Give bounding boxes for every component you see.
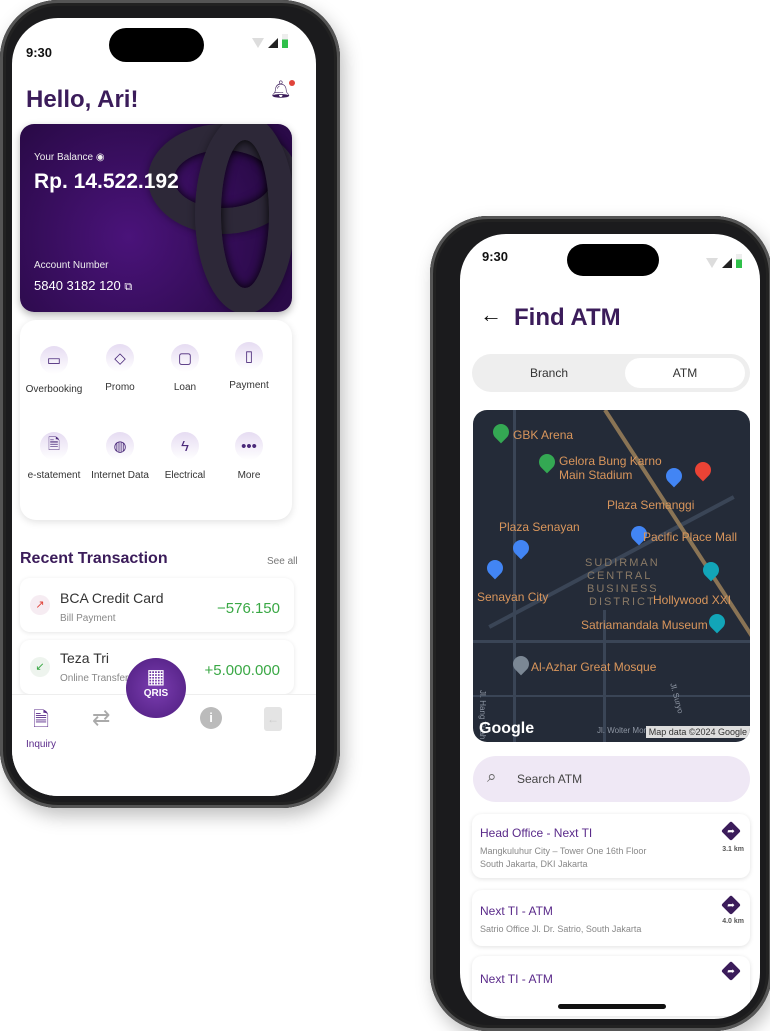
nav-inquiry[interactable]: 🗎︎ Inquiry — [26, 705, 56, 750]
map-label: Main Stadium — [559, 468, 633, 482]
directions-icon[interactable]: ➦ — [721, 821, 741, 841]
qris-button[interactable]: ▦ QRIS — [126, 658, 186, 718]
transaction-name: BCA Credit Card — [60, 590, 164, 606]
logout-icon[interactable]: ← — [264, 707, 282, 731]
dynamic-island — [567, 244, 659, 276]
map-label: Satriamandala Museum — [581, 618, 708, 632]
park-pin-icon[interactable] — [489, 420, 513, 444]
transaction-name: Teza Tri — [60, 650, 110, 666]
map-label: Gelora Bung Karno — [559, 454, 662, 468]
map-label: Al-Azhar Great Mosque — [531, 660, 657, 674]
tab-atm[interactable]: ATM — [625, 358, 745, 388]
decorative-ring — [195, 124, 292, 312]
arrow-up-right-icon: ↗ — [30, 595, 50, 615]
phone-left: 9:30 Hello, Ari! 🔔︎ Your Balance ◉ Rp. 1… — [0, 0, 340, 808]
qr-code-icon: ▦ — [146, 666, 166, 688]
menu-overbooking[interactable]: ▭ Overbooking — [19, 346, 89, 395]
distance: 4.0 km — [722, 918, 744, 925]
inquiry-icon: 🗎︎ — [32, 709, 50, 731]
map-label: SUDIRMAN — [585, 557, 660, 569]
atm-list-item[interactable]: Head Office - Next TI Mangkuluhur City –… — [472, 814, 750, 878]
map-label: DISTRICT — [589, 596, 656, 608]
mall-pin-icon[interactable] — [662, 464, 686, 488]
notification-bell-icon[interactable]: 🔔︎ — [270, 80, 295, 100]
see-all-link[interactable]: See all — [267, 556, 298, 567]
transaction-row[interactable]: ↗ BCA Credit Card Bill Payment −576.150 — [20, 578, 294, 632]
status-time: 9:30 — [26, 45, 53, 60]
menu-internet-data[interactable]: ◍ Internet Data — [85, 432, 155, 481]
recent-transaction-title: Recent Transaction — [20, 550, 168, 567]
menu-payment[interactable]: ▯ Payment — [214, 342, 284, 391]
map-label: Hollywood XXI — [653, 593, 732, 607]
transaction-amount: +5.000.000 — [204, 662, 281, 679]
map-label: GBK Arena — [513, 428, 574, 442]
transaction-type: Bill Payment — [60, 613, 116, 624]
map-label: BUSINESS — [587, 583, 659, 595]
globe-icon: ◍ — [106, 432, 134, 460]
back-arrow-icon[interactable]: ← — [480, 302, 502, 328]
status-icons — [252, 34, 288, 48]
map-label: Plaza Semanggi — [607, 498, 695, 512]
transaction-amount: −576.150 — [217, 600, 280, 617]
account-number: 5840 3182 120 — [34, 278, 121, 293]
home-screen: 9:30 Hello, Ari! 🔔︎ Your Balance ◉ Rp. 1… — [12, 18, 316, 796]
account-label: Account Number — [34, 260, 109, 271]
atm-list-item[interactable]: Next TI - ATM Satrio Office Jl. Dr. Satr… — [472, 890, 750, 946]
more-icon: ••• — [235, 432, 263, 460]
home-indicator — [558, 1004, 666, 1009]
balance-amount: Rp. 14.522.192 — [34, 170, 179, 193]
atm-map[interactable]: GBK Arena Gelora Bung Karno Main Stadium… — [473, 410, 750, 742]
hospital-pin-icon[interactable] — [691, 458, 715, 482]
document-search-icon: 🗎︎ — [40, 432, 68, 460]
transfer-icon[interactable]: ⇄ — [92, 705, 110, 731]
wallet-icon: ▢ — [171, 344, 199, 372]
info-icon[interactable]: i — [200, 707, 222, 729]
mall-pin-icon[interactable] — [483, 556, 507, 580]
menu-grid: ▭ Overbooking ◇ Promo ▢ Loan ▯ Payment 🗎︎ e-s… — [20, 320, 292, 520]
balance-card: Your Balance ◉ Rp. 14.522.192 Account Nu… — [20, 124, 292, 312]
status-time: 9:30 — [482, 249, 509, 264]
map-label: Senayan City — [477, 590, 549, 604]
lightning-icon: ϟ — [171, 432, 199, 460]
tab-branch[interactable]: Branch — [475, 357, 623, 389]
menu-promo[interactable]: ◇ Promo — [85, 344, 155, 393]
map-attribution: Map data ©2024 Google — [645, 726, 750, 738]
menu-more[interactable]: ••• More — [214, 432, 284, 481]
balance-label: Your Balance — [34, 152, 94, 163]
search-atm-input[interactable]: ⌕ Search ATM — [473, 756, 750, 802]
transfer-card-icon: ▭ — [40, 346, 68, 374]
directions-icon[interactable]: ➦ — [721, 961, 741, 981]
museum-pin-icon[interactable] — [705, 610, 729, 634]
receipt-icon: ▯ — [235, 342, 263, 370]
greeting-title: Hello, Ari! — [26, 86, 139, 113]
map-label: Jl. Suryo — [668, 682, 686, 715]
search-placeholder: Search ATM — [517, 772, 583, 786]
menu-electrical[interactable]: ϟ Electrical — [150, 432, 220, 481]
transaction-type: Online Transfer — [60, 673, 129, 684]
copy-icon[interactable]: ⧉ — [124, 281, 132, 293]
eye-icon[interactable]: ◉ — [96, 152, 105, 163]
map-label: Plaza Senayan — [499, 520, 580, 534]
find-atm-screen: 9:30 ← Find ATM Branch ATM GBK Arena Gel… — [460, 234, 760, 1019]
dynamic-island — [109, 28, 204, 62]
menu-loan[interactable]: ▢ Loan — [150, 344, 220, 393]
tag-icon: ◇ — [106, 344, 134, 372]
status-icons — [706, 254, 742, 268]
map-label: Pacific Place Mall — [643, 530, 738, 544]
phone-right: 9:30 ← Find ATM Branch ATM GBK Arena Gel… — [430, 216, 770, 1031]
map-label: CENTRAL — [587, 570, 653, 582]
menu-e-statement[interactable]: 🗎︎ e-statement — [19, 432, 89, 481]
distance: 3.1 km — [722, 846, 744, 853]
page-title: Find ATM — [514, 304, 621, 331]
search-icon: ⌕ — [487, 767, 497, 786]
arrow-down-left-icon: ↙ — [30, 657, 50, 677]
stadium-pin-icon[interactable] — [535, 450, 559, 474]
directions-icon[interactable]: ➦ — [721, 895, 741, 915]
google-logo: Google — [479, 720, 535, 737]
segmented-tabs: Branch ATM — [472, 354, 750, 392]
